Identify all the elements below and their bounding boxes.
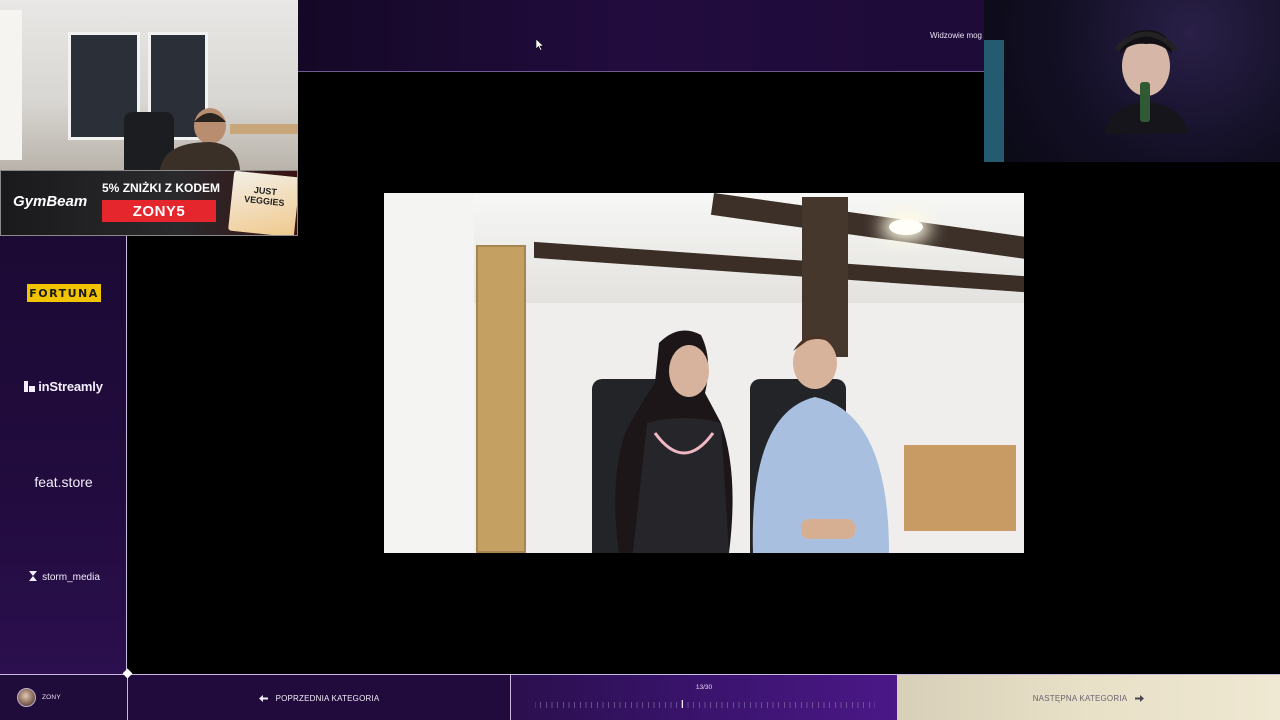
viewers-text: Widzowie mog [929,31,982,40]
promo-code: ZONY5 [102,200,216,222]
profile-chip[interactable]: ZONY [0,675,128,720]
arrow-right-icon [1135,694,1145,702]
featstore-logo: feat.store [34,474,93,490]
arrow-left-icon [258,694,268,702]
avatar [17,688,36,707]
right-webcam [984,0,1280,162]
left-webcam [0,0,298,170]
gymbeam-logo: GymBeam [13,193,88,210]
instreamly-logo: inStreamly [0,379,127,394]
storm-icon [29,571,38,581]
profile-name: ZONY [42,694,61,701]
sponsor-sidebar: FORTUNA inStreamly feat.store storm_medi… [0,236,127,674]
main-video-player[interactable] [384,193,1024,553]
bottom-navigation-bar: ZONY POPRZEDNIA KATEGORIA 13/30 NASTĘPNA… [0,674,1280,720]
promo-text: 5% ZNIŻKI Z KODEM [102,181,221,195]
mouse-cursor-icon [536,39,544,51]
category-progress: 13/30 [511,675,897,720]
progress-counter: 13/30 [695,684,713,691]
previous-category-label: POPRZEDNIA KATEGORIA [275,693,380,703]
top-header-bar: Widzowie mog [298,0,984,72]
product-pack-image: JUST VEGGIES [228,171,297,235]
gymbeam-promo-banner[interactable]: GymBeam 5% ZNIŻKI Z KODEM ZONY5 JUST VEG… [0,170,298,236]
fortuna-logo: FORTUNA [27,284,101,302]
instreamly-icon [24,381,36,392]
storm-media-logo: storm_media [0,570,127,583]
progress-ticks [535,700,875,708]
next-category-button[interactable]: NASTĘPNA KATEGORIA [897,675,1280,720]
next-category-label: NASTĘPNA KATEGORIA [1032,693,1128,703]
previous-category-button[interactable]: POPRZEDNIA KATEGORIA [128,675,511,720]
